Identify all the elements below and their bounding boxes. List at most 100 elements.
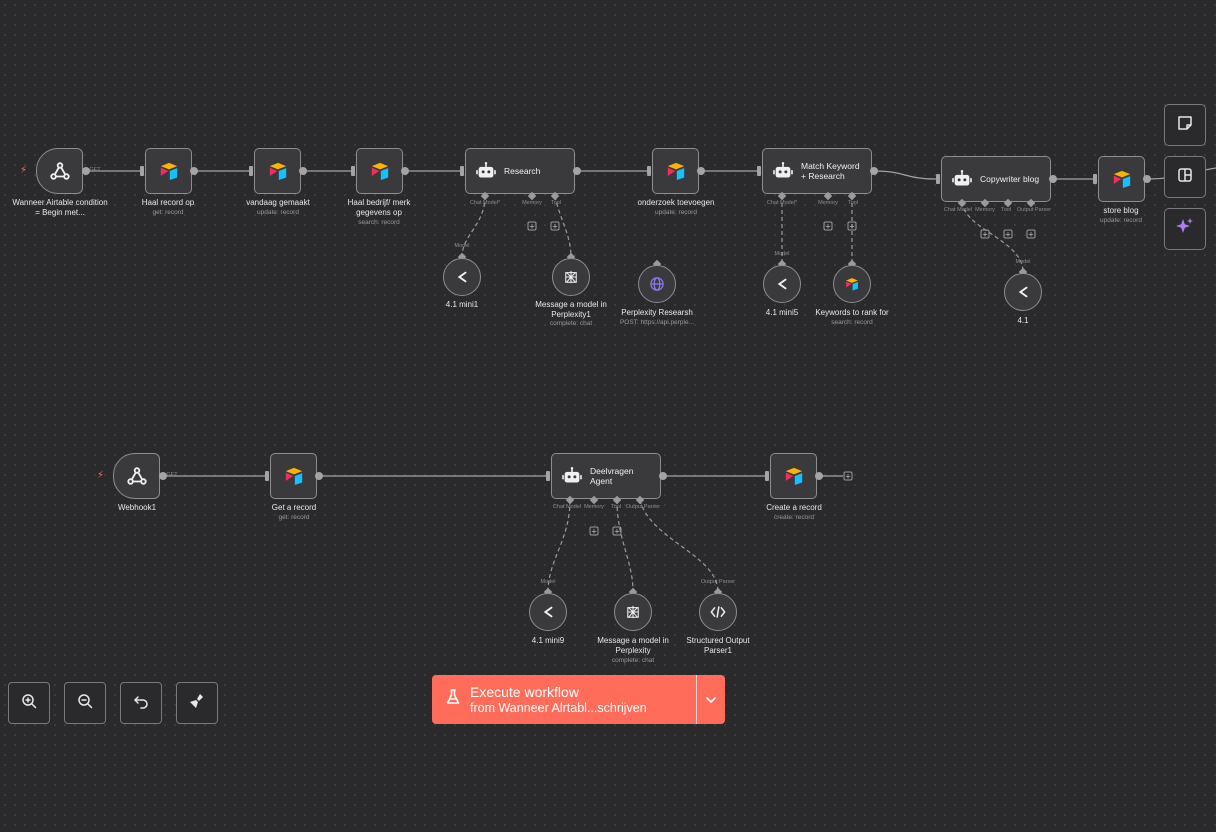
input-port[interactable] [936,174,940,184]
ai-sparkle-icon [1175,217,1195,242]
port-label: Memory [975,207,995,213]
node-4-1[interactable] [1004,273,1042,311]
add-memory-button[interactable]: + [980,229,990,239]
node-haal-bedrijf[interactable] [356,148,403,194]
node-sublabel: complete: chat [611,657,655,664]
node-4-1-mini5[interactable] [763,265,801,303]
undo-icon [133,693,149,714]
tidy-up-button[interactable] [176,682,218,724]
node-sublabel: update: record [257,209,299,216]
node-trigger-airtable[interactable] [36,148,83,194]
ai-assistant-button[interactable] [1164,208,1206,250]
node-sublabel: update: record [1100,217,1142,224]
output-port[interactable] [299,167,307,175]
add-memory-button[interactable]: + [589,526,599,536]
node-copywriter-blog-agent[interactable]: Copywriter blog [941,156,1051,202]
input-port[interactable] [647,166,651,176]
airtable-icon [268,162,288,180]
input-port[interactable] [140,166,144,176]
output-port[interactable] [659,472,667,480]
trigger-badge: GET [166,472,178,478]
output-port[interactable] [315,472,323,480]
trigger-bolt-icon: ⚡ [20,165,28,176]
node-structured-output-parser1[interactable] [699,593,737,631]
input-port[interactable] [351,166,355,176]
trigger-badge: GET [89,167,101,173]
node-label: vandaag gemaakt [246,198,310,207]
sub-tag: Model [454,243,470,249]
zoom-in-button[interactable] [8,682,50,724]
output-port[interactable] [190,167,198,175]
node-onderzoek-toevoegen[interactable] [652,148,699,194]
chevron-down-icon [705,691,717,709]
port-label: Memory [522,200,542,206]
output-port[interactable] [1049,175,1057,183]
airtable-icon [784,467,804,485]
input-port[interactable] [765,471,769,481]
node-perplexity1[interactable] [552,258,590,296]
node-get-a-record[interactable] [270,453,317,499]
execute-title: Execute workflow [470,683,579,700]
sub-tag: Output Parser [700,579,736,585]
airtable-icon [845,278,860,291]
output-port[interactable] [401,167,409,175]
add-tool-button[interactable]: + [847,221,857,231]
add-next-node-button[interactable]: + [843,471,853,481]
node-create-a-record[interactable] [770,453,817,499]
node-label: store blog [1103,206,1139,215]
add-tool-button[interactable]: + [612,526,622,536]
node-sublabel: search: record [831,319,873,326]
input-port[interactable] [265,471,269,481]
agent-title: Copywriter blog [980,174,1040,184]
toggle-panel-button[interactable] [1164,156,1206,198]
sub-tag: Model [1015,259,1031,265]
node-haal-record[interactable] [145,148,192,194]
node-store-blog[interactable] [1098,156,1145,202]
node-label: Haal record op [141,198,195,207]
node-keywords-to-rank-for[interactable] [833,265,871,303]
agent-title: Research [504,166,541,176]
input-port[interactable] [249,166,253,176]
add-tool-button[interactable]: + [550,221,560,231]
zoom-in-icon [21,693,37,714]
execute-workflow-button[interactable]: Execute workflow from Wanneer Alrtabl...… [432,675,696,724]
langchain-model-icon [541,605,555,619]
node-perplexity[interactable] [614,593,652,631]
node-label: Wanneer Airtable condition = Begin met..… [12,198,108,217]
node-4-1-mini1[interactable] [443,258,481,296]
robot-icon [773,162,793,180]
reset-zoom-button[interactable] [120,682,162,724]
webhook-icon [126,465,148,487]
add-memory-button[interactable]: + [823,221,833,231]
node-match-keyword-agent[interactable]: Match Keyword + Research [762,148,872,194]
globe-icon [650,277,665,292]
input-port[interactable] [546,471,550,481]
output-port[interactable] [815,472,823,480]
add-memory-button[interactable]: + [527,221,537,231]
trigger-select-dropdown[interactable] [697,675,725,724]
node-4-1-mini9[interactable] [529,593,567,631]
input-port[interactable] [757,166,761,176]
add-output-parser-button[interactable]: + [1026,229,1036,239]
add-tool-button[interactable]: + [1003,229,1013,239]
port-label: Output Parser [625,504,661,510]
input-port[interactable] [1093,174,1097,184]
node-label: Keywords to rank for [815,308,889,317]
zoom-out-button[interactable] [64,682,106,724]
node-vandaag-gemaakt[interactable] [254,148,301,194]
output-port[interactable] [1143,175,1151,183]
node-research-agent[interactable]: Research [465,148,575,194]
add-sticky-note-button[interactable] [1164,104,1206,146]
webhook-icon [49,160,71,182]
node-label: Get a record [271,503,317,512]
output-port[interactable] [870,167,878,175]
node-label: Message a model in Perplexity [597,636,669,655]
output-port[interactable] [697,167,705,175]
node-deelvragen-agent[interactable]: Deelvragen Agent [551,453,661,499]
node-perplexity-researsh[interactable] [638,265,676,303]
node-webhook1[interactable] [113,453,160,499]
port-label: Tool [610,504,622,510]
input-port[interactable] [460,166,464,176]
node-label: Webhook1 [117,503,157,512]
output-port[interactable] [573,167,581,175]
